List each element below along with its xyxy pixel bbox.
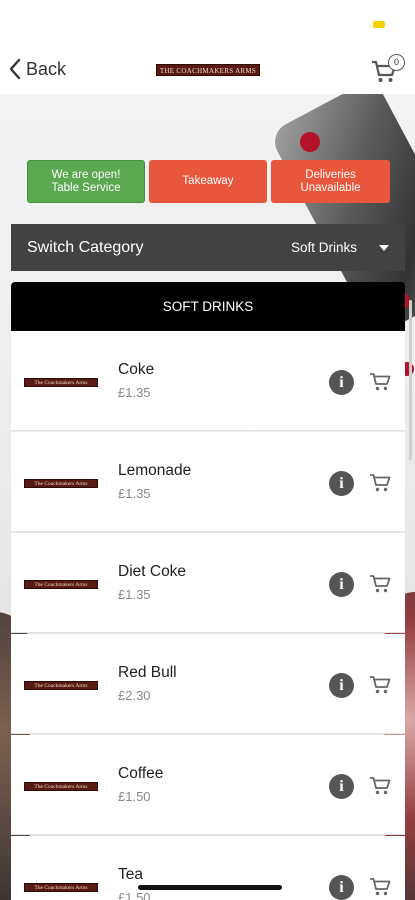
back-button[interactable]: Back [8,58,66,80]
switch-category-dropdown[interactable]: Switch Category Soft Drinks [11,224,405,271]
list-item[interactable]: The Coachmakers Arms Tea £1.50 i [11,836,405,900]
add-to-cart-button[interactable] [369,372,391,392]
item-name: Coffee [118,765,164,782]
item-name: Red Bull [118,664,177,681]
scrollbar[interactable] [409,300,412,460]
navigation-bar: Back THE COACHMAKERS ARMS 0 [0,46,415,94]
list-item[interactable]: The Coachmakers Arms Coke £1.35 i [11,331,405,431]
selected-category: Soft Drinks [290,240,357,255]
list-header: SOFT DRINKS [11,282,405,331]
status-indicator [373,21,385,28]
cart-icon [370,373,391,391]
item-name: Coke [118,361,155,378]
cart-icon [370,676,391,694]
list-item[interactable]: The Coachmakers Arms Coffee £1.50 i [11,735,405,835]
item-price: £1.35 [118,486,151,501]
info-icon[interactable]: i [329,572,354,597]
item-logo: The Coachmakers Arms [24,479,98,488]
product-list: SOFT DRINKS The Coachmakers Arms Coke £1… [11,282,405,900]
add-to-cart-button[interactable] [369,574,391,594]
cart-icon [370,878,391,896]
info-icon[interactable]: i [329,774,354,799]
home-indicator[interactable] [138,885,282,890]
item-name: Tea [118,866,143,883]
add-to-cart-button[interactable] [369,675,391,695]
open-status-label: We are open! Table Service [51,168,121,194]
deliveries-label: Deliveries Unavailable [300,168,361,194]
cart-count-badge: 0 [388,54,405,71]
add-to-cart-button[interactable] [369,776,391,796]
item-price: £2.30 [118,688,151,703]
open-status-button[interactable]: We are open! Table Service [27,160,145,203]
list-item[interactable]: The Coachmakers Arms Diet Coke £1.35 i [11,533,405,633]
item-name: Lemonade [118,462,192,479]
chevron-left-icon [9,58,21,80]
status-bar [0,0,415,46]
logo: THE COACHMAKERS ARMS [156,64,260,76]
info-icon[interactable]: i [329,875,354,900]
deliveries-button[interactable]: Deliveries Unavailable [271,160,390,203]
item-price: £1.35 [118,385,151,400]
item-logo: The Coachmakers Arms [24,378,98,387]
status-buttons: We are open! Table Service Takeaway Deli… [27,160,390,203]
item-logo: The Coachmakers Arms [24,681,98,690]
info-icon[interactable]: i [329,471,354,496]
cart-icon [370,575,391,593]
item-logo: The Coachmakers Arms [24,580,98,589]
caret-down-icon [379,244,389,251]
list-item[interactable]: The Coachmakers Arms Red Bull £2.30 i [11,634,405,734]
add-to-cart-button[interactable] [369,473,391,493]
info-icon[interactable]: i [329,370,354,395]
takeaway-button[interactable]: Takeaway [149,160,267,203]
add-to-cart-button[interactable] [369,877,391,897]
cart-icon [370,777,391,795]
takeaway-label: Takeaway [182,175,234,187]
item-name: Diet Coke [118,563,187,580]
list-item[interactable]: The Coachmakers Arms Lemonade £1.35 i [11,432,405,532]
berry-graphic [300,132,320,152]
item-logo: The Coachmakers Arms [24,782,98,791]
cart-icon [370,474,391,492]
item-price: £1.35 [118,587,151,602]
cart-button[interactable]: 0 [371,52,407,86]
item-logo: The Coachmakers Arms [24,883,98,892]
item-price: £1.50 [118,890,151,900]
back-label: Back [26,58,67,79]
switch-category-label: Switch Category [27,238,144,256]
info-icon[interactable]: i [329,673,354,698]
item-price: £1.50 [118,789,151,804]
